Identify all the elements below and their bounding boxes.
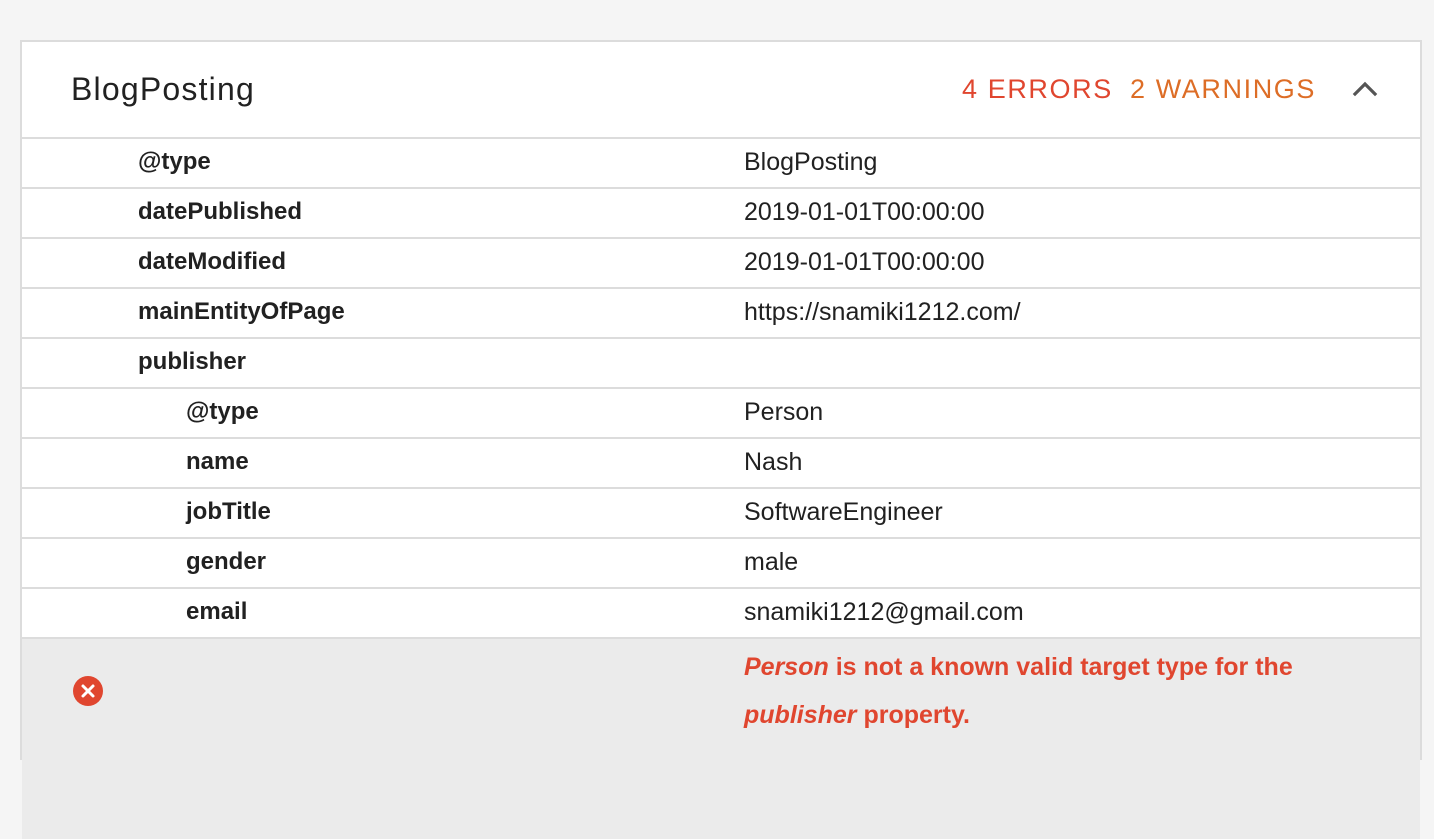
property-name: dateModified: [138, 248, 286, 275]
property-name: datePublished: [138, 198, 303, 225]
chevron-up-icon[interactable]: [1350, 76, 1380, 100]
error-circle-icon: [73, 676, 103, 706]
error-property-name: publisher: [744, 701, 857, 729]
validation-error-row[interactable]: Person is not a known valid target type …: [22, 639, 1420, 839]
property-value: snamiki1212@gmail.com: [744, 598, 1024, 626]
property-row: datePublished 2019-01-01T00:00:00: [22, 189, 1420, 239]
property-table: @type BlogPosting datePublished 2019-01-…: [22, 139, 1420, 639]
property-name: publisher: [138, 348, 247, 375]
property-row: name Nash: [22, 439, 1420, 489]
property-name: @type: [186, 398, 259, 425]
property-value: Nash: [744, 448, 803, 476]
property-row: jobTitle SoftwareEngineer: [22, 489, 1420, 539]
property-value: male: [744, 548, 799, 576]
error-text-end: property.: [856, 701, 970, 729]
property-row: @type Person: [22, 389, 1420, 439]
property-row: mainEntityOfPage https://snamiki1212.com…: [22, 289, 1420, 339]
warnings-count[interactable]: 2 WARNINGS: [1130, 74, 1316, 105]
property-value: 2019-01-01T00:00:00: [744, 198, 985, 226]
property-value: Person: [744, 398, 824, 426]
property-row: dateModified 2019-01-01T00:00:00: [22, 239, 1420, 289]
property-row: publisher: [22, 339, 1420, 389]
property-name: name: [186, 448, 249, 475]
property-row: @type BlogPosting: [22, 139, 1420, 189]
property-value: https://snamiki1212.com/: [744, 298, 1021, 326]
property-name: mainEntityOfPage: [138, 298, 345, 325]
property-row: email snamiki1212@gmail.com: [22, 589, 1420, 639]
error-message: Person is not a known valid target type …: [744, 643, 1384, 739]
errors-count[interactable]: 4 ERRORS: [962, 74, 1113, 105]
property-name: jobTitle: [186, 498, 271, 525]
error-text-mid: is not a known valid target type for the: [828, 653, 1293, 681]
item-type-title: BlogPosting: [71, 71, 255, 107]
property-name: @type: [138, 148, 211, 175]
structured-data-card: BlogPosting 4 ERRORS 2 WARNINGS @type Bl…: [20, 40, 1422, 839]
property-value: BlogPosting: [744, 148, 878, 176]
property-name: email: [186, 598, 248, 625]
error-type-name: Person: [744, 653, 829, 681]
card-header[interactable]: BlogPosting 4 ERRORS 2 WARNINGS: [22, 42, 1420, 139]
property-value: SoftwareEngineer: [744, 498, 943, 526]
property-name: gender: [186, 548, 267, 575]
property-row: gender male: [22, 539, 1420, 589]
property-value: 2019-01-01T00:00:00: [744, 248, 985, 276]
